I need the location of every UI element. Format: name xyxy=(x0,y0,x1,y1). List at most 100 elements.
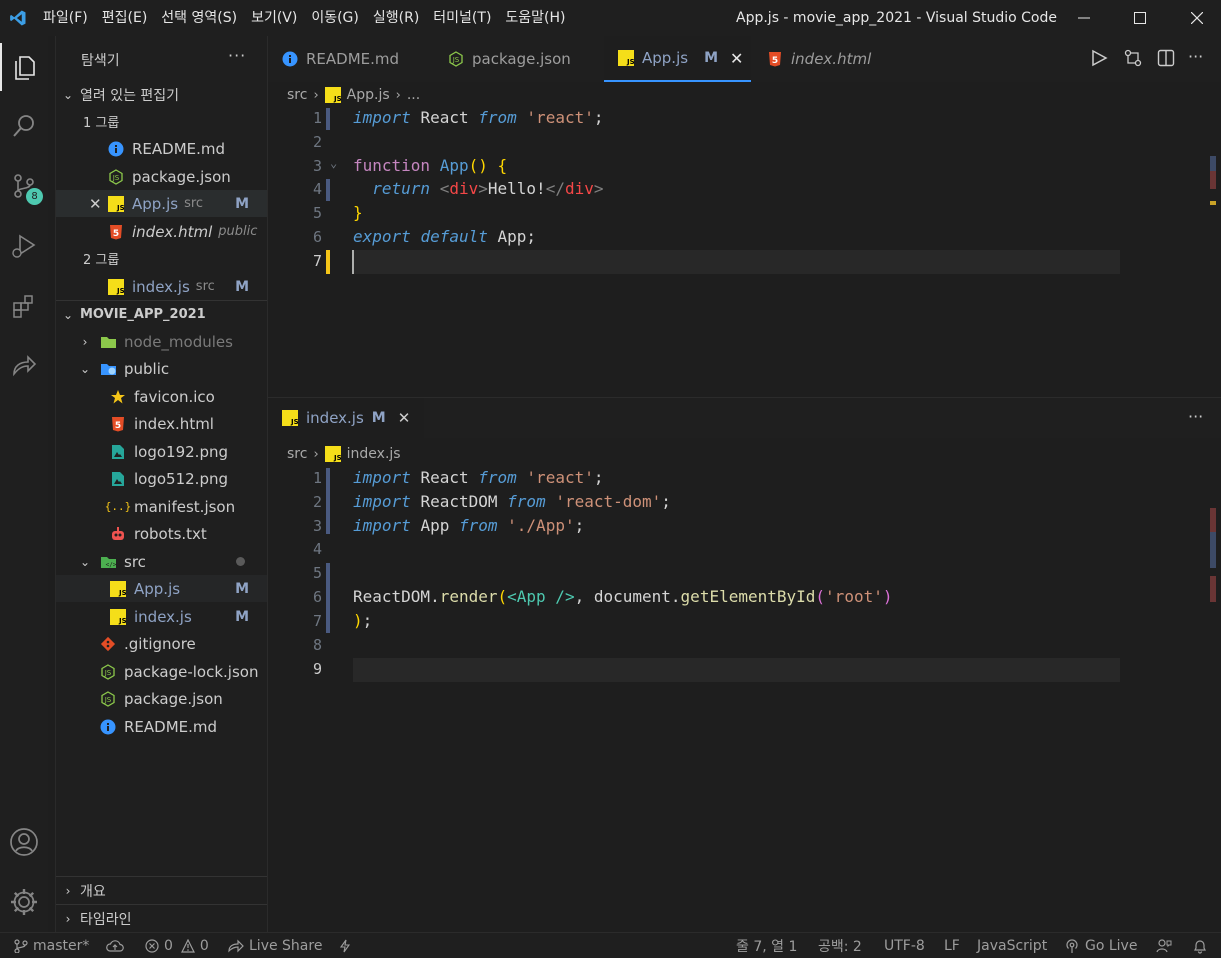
tree-logo192[interactable]: logo192.png xyxy=(56,438,267,465)
search-icon xyxy=(13,115,34,137)
tree-src-index-js[interactable]: JS index.js M xyxy=(56,603,267,630)
tree-src[interactable]: ⌄ </> src xyxy=(56,548,267,575)
tree-package-lock[interactable]: JS package-lock.json xyxy=(56,658,267,685)
js-file-icon: JS xyxy=(324,446,341,462)
branch-status[interactable]: master* xyxy=(14,933,89,958)
tab-label: package.json xyxy=(472,50,571,68)
encoding[interactable]: UTF-8 xyxy=(884,933,925,958)
tree-index-html[interactable]: 5 index.html xyxy=(56,410,267,437)
chevron-down-icon: ⌄ xyxy=(79,554,91,569)
problems-status[interactable]: 0 0 xyxy=(145,933,209,958)
file-name: manifest.json xyxy=(134,497,236,516)
minimize-button[interactable] xyxy=(1061,0,1107,36)
close-editor-icon[interactable]: ✕ xyxy=(89,195,108,213)
go-live-status[interactable]: Go Live xyxy=(1064,933,1137,958)
tree-logo512[interactable]: logo512.png xyxy=(56,465,267,492)
code-editor-app-js[interactable]: 1 2 3 4 5 6 7 ⌄ import React from 'react… xyxy=(268,107,1221,397)
nodejs-icon: JS xyxy=(100,690,116,707)
breadcrumb-file[interactable]: index.js xyxy=(347,446,401,462)
group-1-text: 1 그룹 xyxy=(83,116,120,131)
split-editor-button[interactable] xyxy=(1157,49,1175,71)
editor-tabs-top: README.md JS package.json JS App.js M ✕ … xyxy=(268,36,1221,82)
extensions-activity[interactable] xyxy=(0,282,48,330)
menu-run[interactable]: 실행(R) xyxy=(366,0,426,36)
indentation[interactable]: 공백: 2 xyxy=(818,933,862,958)
file-name: index.js xyxy=(134,607,192,626)
explorer-more-button[interactable]: ··· xyxy=(228,46,246,65)
line-number: 5 xyxy=(312,564,322,582)
tree-gitignore[interactable]: .gitignore xyxy=(56,630,267,657)
svg-text:JS: JS xyxy=(112,174,120,182)
tree-readme[interactable]: README.md xyxy=(56,713,267,740)
modified-dot xyxy=(236,557,245,566)
tab-package-json[interactable]: JS package.json xyxy=(434,36,585,82)
nodejs-icon: JS xyxy=(100,663,116,680)
run-debug-activity[interactable] xyxy=(0,222,48,270)
source-control-activity[interactable]: 8 xyxy=(0,162,48,210)
live-share-activity[interactable] xyxy=(0,342,48,390)
notifications-lightning[interactable] xyxy=(339,933,356,958)
menu-help[interactable]: 도움말(H) xyxy=(498,0,572,36)
tab-app-js[interactable]: JS App.js M ✕ xyxy=(604,36,751,82)
project-section[interactable]: ⌄ MOVIE_APP_2021 xyxy=(56,301,267,328)
open-editors-section[interactable]: ⌄ 열려 있는 편집기 xyxy=(56,81,267,108)
breadcrumb-src[interactable]: src xyxy=(287,446,307,462)
breadcrumb-file[interactable]: App.js xyxy=(347,87,390,103)
close-window-button[interactable] xyxy=(1174,0,1220,36)
menu-file[interactable]: 파일(F) xyxy=(36,0,95,36)
tab-index-js[interactable]: JS index.js M ✕ xyxy=(268,398,425,438)
tree-robots[interactable]: robots.txt xyxy=(56,520,267,547)
tree-favicon[interactable]: favicon.ico xyxy=(56,383,267,410)
explorer-activity[interactable] xyxy=(0,43,48,91)
maximize-button[interactable] xyxy=(1117,0,1163,36)
open-editor-index-html[interactable]: 5 index.html public xyxy=(56,218,267,245)
tree-public[interactable]: ⌄ public xyxy=(56,355,267,382)
language-mode[interactable]: JavaScript xyxy=(977,933,1047,958)
code-editor-index-js[interactable]: 1 2 3 4 5 6 7 8 9 import React from 'rea… xyxy=(268,467,1221,867)
breadcrumb-symbols[interactable]: ... xyxy=(407,87,420,103)
tab-readme[interactable]: README.md xyxy=(268,36,413,82)
end-of-line[interactable]: LF xyxy=(944,933,960,958)
window-title: App.js - movie_app_2021 - Visual Studio … xyxy=(736,10,1057,26)
file-name: favicon.ico xyxy=(134,387,215,406)
accounts-activity[interactable] xyxy=(0,818,48,866)
more-actions-icon[interactable]: ··· xyxy=(1188,47,1203,66)
search-activity[interactable] xyxy=(0,102,48,150)
menu-terminal[interactable]: 터미널(T) xyxy=(426,0,498,36)
close-tab-icon[interactable]: ✕ xyxy=(398,409,411,427)
more-actions-icon[interactable]: ··· xyxy=(1188,407,1203,426)
open-editor-app-js[interactable]: ✕ JS App.js src M xyxy=(56,190,267,217)
fold-chevron-icon[interactable]: ⌄ xyxy=(330,156,337,170)
warning-count: 0 xyxy=(199,938,209,954)
outline-section[interactable]: › 개요 xyxy=(56,877,267,904)
tree-node-modules[interactable]: › node_modules xyxy=(56,328,267,355)
open-editor-index-js[interactable]: JS index.js src M xyxy=(56,273,267,300)
file-desc: src xyxy=(184,196,204,211)
menu-selection[interactable]: 선택 영역(S) xyxy=(154,0,244,36)
open-changes-button[interactable] xyxy=(1124,49,1142,71)
tree-src-app-js[interactable]: JS App.js M xyxy=(56,575,267,602)
git-icon xyxy=(100,636,116,652)
run-button[interactable] xyxy=(1090,49,1108,71)
breadcrumb-src[interactable]: src xyxy=(287,87,307,103)
feedback-button[interactable] xyxy=(1156,933,1177,958)
open-editor-readme[interactable]: README.md xyxy=(56,135,267,162)
line-number: 7 xyxy=(312,612,322,630)
tree-package-json[interactable]: JS package.json xyxy=(56,685,267,712)
open-editor-package-json[interactable]: JS package.json xyxy=(56,163,267,190)
close-tab-icon[interactable]: ✕ xyxy=(730,49,743,68)
menu-view[interactable]: 보기(V) xyxy=(244,0,304,36)
live-share-status[interactable]: Live Share xyxy=(228,933,322,958)
menu-go[interactable]: 이동(G) xyxy=(304,0,366,36)
cursor-position[interactable]: 줄 7, 열 1 xyxy=(736,933,797,958)
line-number: 5 xyxy=(312,204,322,222)
manage-activity[interactable] xyxy=(0,878,48,926)
notifications-button[interactable] xyxy=(1192,933,1213,958)
svg-text:JS: JS xyxy=(333,95,341,103)
tree-manifest[interactable]: {..} manifest.json xyxy=(56,493,267,520)
menu-edit[interactable]: 편집(E) xyxy=(95,0,155,36)
file-name: .gitignore xyxy=(124,634,196,653)
tab-index-html[interactable]: 5 index.html xyxy=(753,36,885,82)
timeline-section[interactable]: › 타임라인 xyxy=(56,905,267,932)
sync-status[interactable] xyxy=(106,933,129,958)
